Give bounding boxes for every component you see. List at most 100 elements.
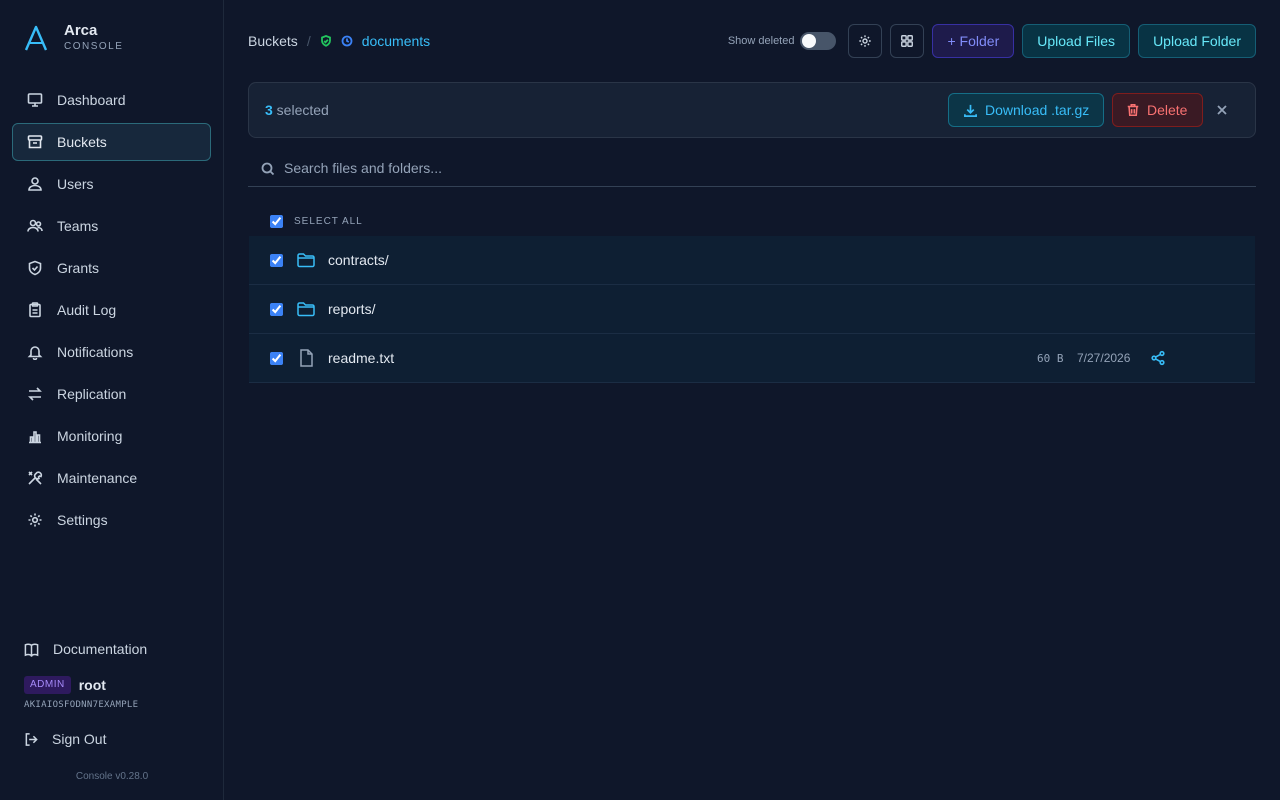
toggle-knob: [802, 34, 817, 48]
sidebar-item-label: Buckets: [57, 134, 107, 150]
logout-icon: [25, 732, 38, 746]
selected-count: 3: [265, 102, 273, 118]
upload-files-button[interactable]: Upload Files: [1022, 24, 1131, 58]
show-deleted-label: Show deleted: [727, 35, 795, 47]
brand[interactable]: Arca CONSOLE: [24, 22, 123, 53]
sidebar-nav: Dashboard Buckets Users Teams Grants Aud…: [12, 81, 211, 543]
documentation-link[interactable]: Documentation: [24, 638, 204, 660]
access-key: AKIAIOSFODNN7EXAMPLE: [24, 700, 139, 710]
grid-icon: [901, 35, 914, 47]
item-name: contracts/: [328, 252, 389, 268]
shield-icon: [28, 260, 42, 276]
download-icon: [964, 104, 977, 117]
sidebar-item-label: Monitoring: [57, 428, 123, 444]
sidebar-item-settings[interactable]: Settings: [12, 501, 211, 539]
monitor-icon: [27, 93, 43, 107]
sidebar-item-monitoring[interactable]: Monitoring: [12, 417, 211, 455]
user-name: root: [78, 677, 106, 693]
delete-selected-button[interactable]: Delete: [1112, 93, 1203, 127]
sidebar-item-label: Teams: [57, 218, 99, 234]
list-item[interactable]: contracts/: [249, 236, 1255, 285]
item-name: reports/: [328, 301, 376, 317]
sidebar-item-label: Replication: [57, 386, 127, 402]
sidebar-item-maintenance[interactable]: Maintenance: [12, 459, 211, 497]
delete-label: Delete: [1147, 102, 1188, 118]
clear-selection-button[interactable]: [1215, 103, 1229, 117]
sidebar: Arca CONSOLE Dashboard Buckets Users Tea…: [0, 0, 224, 800]
bell-icon: [27, 346, 43, 360]
user-icon: [28, 177, 42, 191]
gear-icon: [28, 513, 42, 527]
selection-count: 3 selected: [265, 102, 329, 118]
sidebar-item-label: Grants: [57, 260, 100, 276]
bucket-settings-button[interactable]: [848, 24, 883, 58]
item-checkbox[interactable]: [270, 302, 283, 316]
sidebar-item-replication[interactable]: Replication: [12, 375, 211, 413]
grid-view-button[interactable]: [890, 24, 925, 58]
sidebar-item-notifications[interactable]: Notifications: [12, 333, 211, 371]
file-icon: [300, 349, 313, 367]
user-info: ADMIN root: [24, 676, 204, 694]
sidebar-item-users[interactable]: Users: [12, 165, 211, 203]
breadcrumb-separator: /: [306, 33, 311, 49]
show-deleted-toggle[interactable]: [800, 32, 837, 50]
main-content: Buckets / documents Show deleted + Folde…: [224, 0, 1280, 800]
clipboard-icon: [29, 302, 41, 318]
toolbar: Show deleted + Folder Upload Files Uploa…: [728, 24, 1256, 58]
gear-icon: [859, 35, 872, 47]
breadcrumb: Buckets / documents: [248, 32, 430, 50]
list-item[interactable]: readme.txt 60 B 7/27/2026: [249, 334, 1255, 383]
sidebar-item-label: Notifications: [57, 344, 134, 360]
search-icon: [261, 162, 275, 176]
sign-out-button[interactable]: Sign Out: [24, 729, 204, 749]
brand-name: Arca: [64, 22, 98, 39]
shield-check-icon: [320, 35, 331, 47]
users-icon: [27, 219, 43, 232]
download-label: Download .tar.gz: [985, 102, 1090, 118]
folder-icon: [297, 302, 315, 317]
folder-icon: [297, 253, 315, 268]
archive-icon: [27, 135, 43, 149]
item-name: readme.txt: [328, 350, 395, 366]
item-checkbox[interactable]: [270, 351, 283, 365]
book-icon: [24, 642, 39, 657]
upload-folder-button[interactable]: Upload Folder: [1138, 24, 1256, 58]
share-button[interactable]: [1150, 350, 1166, 366]
file-list: Select all contracts/ reports/ readme.tx…: [249, 206, 1255, 383]
item-checkbox[interactable]: [270, 253, 283, 267]
sidebar-item-label: Settings: [57, 512, 108, 528]
brand-subtitle: CONSOLE: [64, 41, 124, 52]
sidebar-item-label: Users: [57, 176, 94, 192]
item-date: 7/27/2026: [1077, 351, 1131, 365]
clock-icon: [341, 35, 353, 47]
search-bar: [248, 150, 1256, 187]
item-size: 60 B: [1037, 351, 1064, 365]
close-icon: [1217, 105, 1227, 115]
select-all-checkbox[interactable]: [270, 214, 283, 228]
sidebar-item-label: Maintenance: [57, 470, 138, 486]
version-label: Console v0.28.0: [75, 771, 149, 782]
arca-logo-icon: [24, 25, 48, 50]
search-input[interactable]: [284, 157, 1244, 179]
sidebar-item-audit-log[interactable]: Audit Log: [12, 291, 211, 329]
bar-chart-icon: [29, 431, 41, 444]
sidebar-item-buckets[interactable]: Buckets: [12, 123, 211, 161]
role-badge: ADMIN: [24, 676, 71, 694]
new-folder-button[interactable]: + Folder: [932, 24, 1015, 58]
share-icon: [1151, 350, 1165, 366]
sidebar-item-dashboard[interactable]: Dashboard: [12, 81, 211, 119]
sidebar-item-grants[interactable]: Grants: [12, 249, 211, 287]
selected-suffix: selected: [272, 102, 329, 118]
sidebar-item-teams[interactable]: Teams: [12, 207, 211, 245]
sidebar-item-label: Dashboard: [57, 92, 126, 108]
sidebar-item-label: Audit Log: [57, 302, 117, 318]
tools-icon: [28, 471, 43, 485]
select-all-label: Select all: [294, 215, 363, 227]
list-item[interactable]: reports/: [249, 285, 1255, 334]
selection-bar: 3 selected Download .tar.gz Delete: [248, 82, 1256, 138]
download-archive-button[interactable]: Download .tar.gz: [948, 93, 1104, 127]
arrows-icon: [28, 387, 42, 401]
breadcrumb-current-bucket: documents: [361, 33, 431, 49]
documentation-label: Documentation: [53, 641, 148, 657]
breadcrumb-buckets-link[interactable]: Buckets: [248, 33, 298, 49]
